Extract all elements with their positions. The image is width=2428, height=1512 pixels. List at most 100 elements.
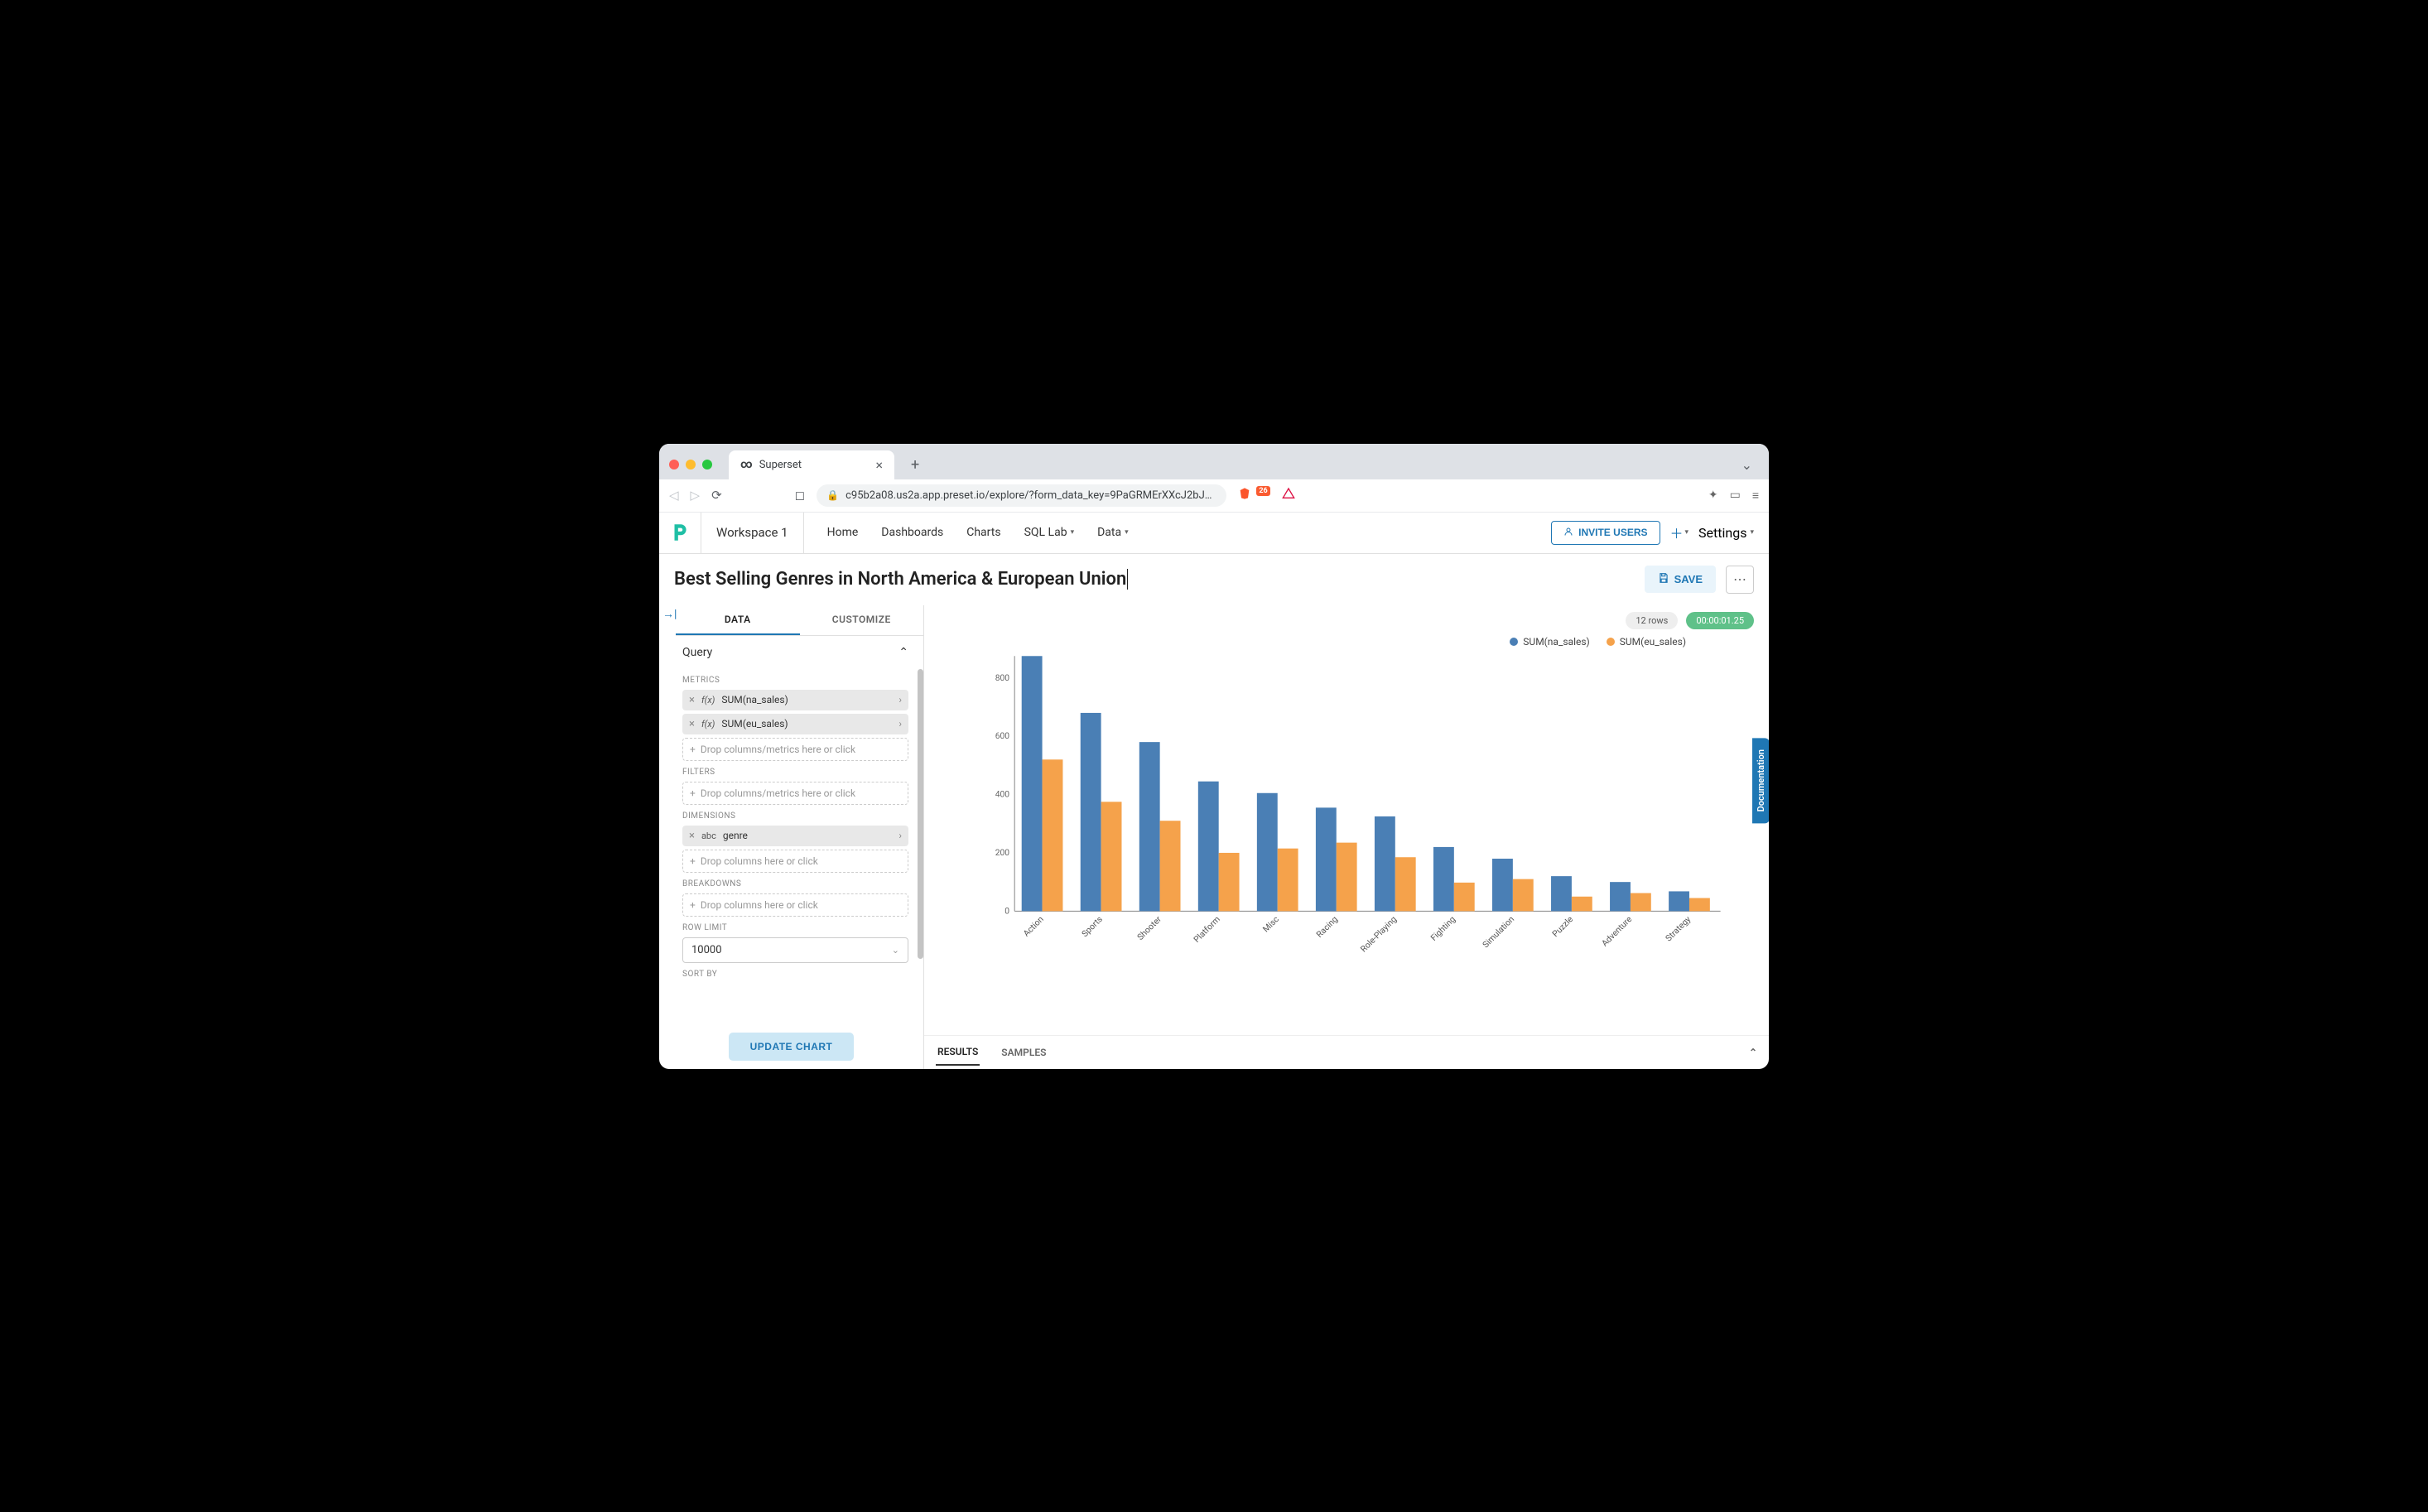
browser-menu-icon[interactable]: ≡ — [1752, 489, 1759, 503]
svg-text:800: 800 — [995, 672, 1010, 682]
legend-label: SUM(na_sales) — [1523, 636, 1589, 648]
remove-icon[interactable]: × — [689, 830, 695, 842]
new-tab-button[interactable]: + — [904, 453, 926, 477]
svg-text:200: 200 — [995, 847, 1010, 858]
nav-charts[interactable]: Charts — [966, 526, 1000, 539]
documentation-tab[interactable]: Documentation — [1752, 738, 1769, 823]
tab-results[interactable]: RESULTS — [936, 1039, 980, 1066]
remove-icon[interactable]: × — [689, 694, 695, 706]
nav-home-label: Home — [827, 526, 859, 539]
svg-text:Puzzle: Puzzle — [1550, 913, 1576, 939]
legend-item[interactable]: SUM(na_sales) — [1510, 636, 1589, 648]
chart-title-input[interactable]: Best Selling Genres in North America & E… — [674, 569, 1128, 590]
collapse-panel-icon[interactable]: →| — [662, 607, 677, 621]
wallet-icon[interactable]: ▭ — [1730, 489, 1741, 502]
more-actions-button[interactable]: ⋯ — [1726, 566, 1754, 594]
svg-text:Action: Action — [1021, 913, 1046, 938]
svg-text:Role-Playing: Role-Playing — [1358, 913, 1399, 954]
tab-data[interactable]: DATA — [676, 605, 800, 635]
drop-hint: Drop columns here or click — [701, 855, 818, 867]
browser-tab[interactable]: ∞ Superset × — [729, 450, 894, 479]
time-badge: 00:00:01.25 — [1686, 612, 1754, 629]
filters-label: FILTERS — [682, 768, 908, 777]
window-controls — [669, 460, 712, 469]
chart-panel: 12 rows 00:00:01.25 SUM(na_sales) SUM(eu… — [924, 605, 1769, 1069]
dimensions-drop-zone[interactable]: + Drop columns here or click — [682, 850, 908, 873]
back-icon[interactable]: ◁ — [669, 488, 679, 503]
svg-text:400: 400 — [995, 788, 1010, 799]
invite-users-button[interactable]: INVITE USERS — [1551, 521, 1660, 545]
chevron-down-icon: ▾ — [1685, 528, 1689, 537]
function-icon: f(x) — [701, 719, 715, 730]
svg-text:Simulation: Simulation — [1480, 913, 1516, 950]
type-icon: abc — [701, 831, 716, 841]
chevron-down-icon: ▾ — [1125, 528, 1129, 537]
drop-hint: Drop columns/metrics here or click — [701, 787, 855, 799]
chevron-up-icon[interactable]: ⌃ — [1749, 1047, 1757, 1058]
nav-data[interactable]: Data▾ — [1097, 526, 1129, 539]
rows-badge: 12 rows — [1626, 612, 1678, 629]
minimize-window-button[interactable] — [686, 460, 696, 469]
chevron-down-icon: ▾ — [1750, 528, 1754, 537]
preset-logo[interactable] — [659, 522, 701, 543]
maximize-window-button[interactable] — [702, 460, 712, 469]
svg-text:Platform: Platform — [1192, 913, 1222, 944]
chevron-right-icon[interactable]: › — [898, 830, 902, 841]
row-limit-select[interactable]: 10000 ⌄ — [682, 937, 908, 963]
svg-text:Strategy: Strategy — [1663, 913, 1693, 943]
tab-data-label: DATA — [725, 614, 751, 625]
invite-label: INVITE USERS — [1578, 527, 1647, 538]
row-limit-value: 10000 — [691, 944, 722, 956]
workspace-selector[interactable]: Workspace 1 — [701, 513, 804, 553]
nav-sql-lab[interactable]: SQL Lab▾ — [1024, 526, 1075, 539]
title-row: Best Selling Genres in North America & E… — [659, 554, 1769, 605]
save-label: SAVE — [1674, 573, 1703, 585]
breakdowns-drop-zone[interactable]: + Drop columns here or click — [682, 893, 908, 917]
chevron-down-icon: ⌄ — [892, 945, 899, 956]
legend-dot — [1607, 638, 1615, 646]
dimension-label: genre — [723, 830, 748, 841]
nav-home[interactable]: Home — [827, 526, 859, 539]
extension-triangle-icon[interactable] — [1282, 487, 1295, 503]
close-window-button[interactable] — [669, 460, 679, 469]
tab-favicon: ∞ — [740, 458, 753, 471]
tab-samples[interactable]: SAMPLES — [1000, 1040, 1048, 1065]
query-section-header[interactable]: Query ⌃ — [682, 636, 908, 669]
nav-dashboards-label: Dashboards — [881, 526, 943, 539]
filters-drop-zone[interactable]: + Drop columns/metrics here or click — [682, 782, 908, 805]
metric-label: SUM(na_sales) — [721, 694, 788, 705]
legend-dot — [1510, 638, 1518, 646]
drop-hint: Drop columns/metrics here or click — [701, 744, 855, 755]
extensions-icon[interactable]: ✦ — [1708, 489, 1718, 502]
user-icon — [1563, 527, 1573, 539]
close-tab-icon[interactable]: × — [875, 457, 883, 473]
shield-count-badge: 26 — [1256, 486, 1269, 496]
chevron-up-icon: ⌃ — [898, 646, 908, 659]
tab-customize[interactable]: CUSTOMIZE — [800, 605, 924, 635]
scrollbar-thumb[interactable] — [918, 669, 923, 959]
dimension-pill[interactable]: × abc genre › — [682, 826, 908, 846]
url-text: c95b2a08.us2a.app.preset.io/explore/?for… — [845, 489, 1216, 502]
save-button[interactable]: SAVE — [1645, 566, 1716, 593]
brave-shield-icon[interactable] — [1238, 487, 1251, 503]
bookmark-icon[interactable]: ◻ — [795, 488, 805, 503]
nav-dashboards[interactable]: Dashboards — [881, 526, 943, 539]
url-input[interactable]: 🔒 c95b2a08.us2a.app.preset.io/explore/?f… — [817, 484, 1226, 507]
chevron-right-icon[interactable]: › — [898, 694, 902, 705]
metrics-drop-zone[interactable]: + Drop columns/metrics here or click — [682, 738, 908, 761]
settings-label: Settings — [1698, 525, 1746, 541]
nav-charts-label: Charts — [966, 526, 1000, 539]
remove-icon[interactable]: × — [689, 718, 695, 730]
legend-item[interactable]: SUM(eu_sales) — [1607, 636, 1686, 648]
chevron-right-icon[interactable]: › — [898, 718, 902, 730]
forward-icon[interactable]: ▷ — [691, 488, 701, 503]
metric-pill[interactable]: × f(x) SUM(na_sales) › — [682, 690, 908, 710]
reload-icon[interactable]: ⟳ — [711, 488, 722, 503]
metric-pill[interactable]: × f(x) SUM(eu_sales) › — [682, 714, 908, 734]
control-panel: →| DATA CUSTOMIZE Query ⌃ METRICS × f(x)… — [659, 605, 924, 1069]
bar-chart: 0200400600800ActionSportsShooterPlatform… — [957, 648, 1752, 962]
update-chart-button[interactable]: UPDATE CHART — [729, 1033, 855, 1061]
add-menu-button[interactable]: ＋▾ — [1670, 522, 1689, 542]
settings-menu[interactable]: Settings ▾ — [1698, 525, 1754, 541]
tabs-dropdown-icon[interactable]: ⌄ — [1742, 457, 1759, 473]
